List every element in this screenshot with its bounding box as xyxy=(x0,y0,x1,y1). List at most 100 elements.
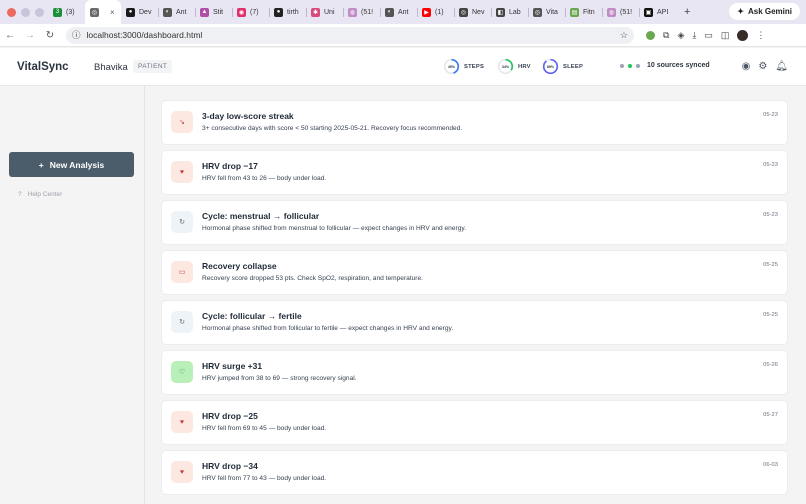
minimize-window-button[interactable] xyxy=(21,7,30,17)
split-view-icon[interactable]: ◫ xyxy=(721,30,730,41)
metric-label: SLEEP xyxy=(563,63,584,70)
metric-steps[interactable]: 45% STEPS xyxy=(443,58,484,75)
close-tab-icon[interactable]: × xyxy=(110,8,115,17)
app-header: VitalSync Bhavika PATIENT 45% STEPS 34% … xyxy=(0,48,806,86)
browser-tab[interactable]: ◐ Ant xyxy=(158,2,195,22)
steps-progress-ring: 45% xyxy=(443,58,460,75)
browser-tab[interactable]: ◍ (51! xyxy=(343,2,380,22)
insight-date: 05-27 xyxy=(763,412,778,418)
sync-dot xyxy=(636,63,640,68)
gear-icon[interactable]: ⚙ xyxy=(758,61,767,72)
tab-favicon-icon: ◍ xyxy=(607,7,616,17)
plus-icon: + xyxy=(38,159,44,170)
help-center-link[interactable]: ? Help Center xyxy=(18,191,62,198)
browser-tab[interactable]: ▣ API xyxy=(639,2,676,22)
tab-label: Nev xyxy=(472,8,485,16)
forward-icon[interactable]: → xyxy=(20,30,40,41)
browser-tab[interactable]: ✱ Uni xyxy=(306,2,343,22)
insight-title: HRV drop −25 xyxy=(202,411,258,421)
heart-icon: ♥ xyxy=(171,411,193,433)
insight-card[interactable]: ♥ HRV drop −17 HRV fell from 43 to 26 — bo… xyxy=(162,151,787,194)
browser-tab[interactable]: ● tirth xyxy=(269,2,306,22)
insight-card[interactable]: ♡ HRV surge +31 HRV jumped from 38 to 69 —… xyxy=(162,351,787,394)
ask-gemini-button[interactable]: ✦ Ask Gemini xyxy=(729,3,800,20)
browser-tab[interactable]: ◎ Vita xyxy=(528,2,565,22)
close-window-button[interactable] xyxy=(7,7,16,17)
insight-date: 06-03 xyxy=(763,462,778,468)
steps-percent: 45% xyxy=(448,65,456,69)
insight-card[interactable]: ♥ HRV drop −34 HRV fell from 77 to 43 — bo… xyxy=(162,451,787,494)
tab-label: tirth xyxy=(287,8,299,16)
bookmark-star-icon[interactable]: ☆ xyxy=(620,30,628,41)
extension-icon[interactable] xyxy=(646,30,655,40)
insight-card[interactable]: ↻ Cycle: menstrual → follicular Hormonal p… xyxy=(162,201,787,244)
tab-label: Fitn xyxy=(583,8,595,16)
browser-tab-strip: 3 (3) ◎ × ● Dev ◐ Ant ▲ Stit ◉ (7) ● tirth ✱ Uni ◍ (51! ◐ A… xyxy=(0,0,806,24)
browser-tab[interactable]: ◧ Lab xyxy=(491,2,528,22)
tab-favicon-icon: ▶ xyxy=(422,7,431,17)
browser-tabs: 3 (3) ◎ × ● Dev ◐ Ant ▲ Stit ◉ (7) ● tirth ✱ Uni ◍ (51! ◐ A… xyxy=(48,0,676,24)
insight-card[interactable]: ▭ Recovery collapse Recovery score dropped… xyxy=(162,251,787,294)
insights-feed: ↘ 3-day low-score streak 3+ consecutive da… xyxy=(162,101,787,501)
insight-date: 05-25 xyxy=(763,312,778,318)
tab-label: (51! xyxy=(361,8,374,16)
new-tab-button[interactable]: + xyxy=(676,6,698,18)
sleep-progress-ring: 89% xyxy=(542,58,559,75)
browser-tab[interactable]: 3 (3) xyxy=(48,2,85,22)
metric-hrv[interactable]: 34% HRV xyxy=(497,58,531,75)
menu-icon[interactable]: ⋮ xyxy=(756,30,765,41)
tab-favicon-icon: ◎ xyxy=(533,7,542,17)
insight-date: 05-25 xyxy=(763,262,778,268)
insight-date: 05-26 xyxy=(763,362,778,368)
insight-card[interactable]: ↘ 3-day low-score streak 3+ consecutive da… xyxy=(162,101,787,144)
tab-favicon-icon: ◎ xyxy=(459,7,468,17)
insight-card[interactable]: ♥ HRV drop −25 HRV fell from 69 to 45 — bo… xyxy=(162,401,787,444)
help-icon: ? xyxy=(18,191,22,198)
browser-tab[interactable]: ◍ (51! xyxy=(602,2,639,22)
tab-label: Vita xyxy=(546,8,558,16)
tab-favicon-icon: ▣ xyxy=(644,7,653,17)
site-info-icon[interactable]: ⓘ xyxy=(72,29,81,41)
browser-tab[interactable]: ◉ (7) xyxy=(232,2,269,22)
address-bar[interactable]: ⓘ localhost:3000/dashboard.html ☆ xyxy=(66,26,634,44)
insight-title: HRV surge +31 xyxy=(202,361,263,371)
download-icon[interactable]: ⤓ xyxy=(692,30,696,41)
ask-gemini-label: Ask Gemini xyxy=(747,7,792,16)
profile-avatar[interactable] xyxy=(737,29,749,41)
patient-role-badge: PATIENT xyxy=(133,60,173,73)
insight-card[interactable]: ↻ Cycle: follicular → fertile Hormonal pha… xyxy=(162,301,787,344)
browser-tab[interactable]: ◎ × xyxy=(85,0,121,24)
sync-status[interactable]: 10 sources synced xyxy=(620,62,710,69)
reload-icon[interactable]: ↻ xyxy=(40,30,60,41)
browser-tab[interactable]: ▲ Stit xyxy=(195,2,232,22)
metric-sleep[interactable]: 89% SLEEP xyxy=(542,58,583,75)
hrv-progress-ring: 34% xyxy=(497,58,514,75)
tab-favicon-icon: ◧ xyxy=(496,7,505,17)
header-actions: ◉ ⚙ 🔔︎ xyxy=(742,61,788,72)
puzzle-icon[interactable]: ⧉ xyxy=(663,30,669,41)
insight-description: HRV fell from 77 to 43 — body under load… xyxy=(202,475,327,482)
insight-description: HRV fell from 43 to 26 — body under load… xyxy=(202,175,327,182)
bell-icon[interactable]: 🔔︎ xyxy=(775,61,788,72)
insight-date: 05-23 xyxy=(763,212,778,218)
browser-tab[interactable]: ◎ Nev xyxy=(454,2,491,22)
browser-tab[interactable]: ◐ Ant xyxy=(380,2,417,22)
maximize-window-button[interactable] xyxy=(35,7,44,17)
brand-logo[interactable]: VitalSync xyxy=(17,61,69,73)
browser-tab[interactable]: ● Dev xyxy=(121,2,158,22)
back-icon[interactable]: ← xyxy=(0,30,20,41)
tab-favicon-icon: ✱ xyxy=(311,7,320,17)
browser-tab[interactable]: ▤ Fitn xyxy=(565,2,602,22)
tab-label: Uni xyxy=(324,8,335,16)
new-analysis-label: New Analysis xyxy=(49,159,105,170)
insight-description: HRV jumped from 38 to 69 — strong recove… xyxy=(202,375,357,382)
insight-date: 05-23 xyxy=(763,112,778,118)
trend-down-icon: ↘ xyxy=(171,111,193,133)
sync-dot xyxy=(620,63,624,68)
media-icon[interactable]: ◈ xyxy=(677,30,684,41)
new-analysis-button[interactable]: + New Analysis xyxy=(9,152,134,177)
user-icon[interactable]: ◉ xyxy=(742,61,751,72)
tab-label: Ant xyxy=(398,8,409,16)
browser-tab[interactable]: ▶ (1) xyxy=(417,2,454,22)
cast-icon[interactable]: ▭ xyxy=(704,30,713,41)
